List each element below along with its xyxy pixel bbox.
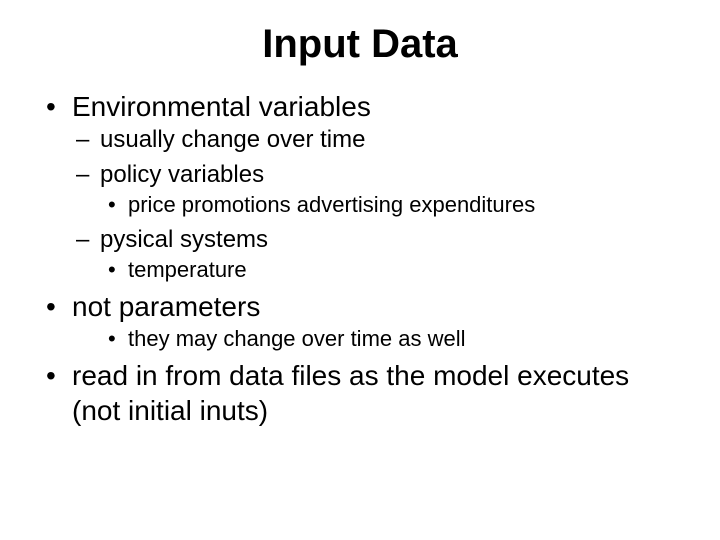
bullet-l2: pysical systems temperature bbox=[72, 224, 680, 285]
slide-title: Input Data bbox=[40, 22, 680, 67]
bullet-l3: they may change over time as well bbox=[100, 324, 680, 354]
bullet-l3: temperature bbox=[100, 255, 680, 285]
bullet-text: pysical systems bbox=[100, 226, 268, 253]
bullet-l1: read in from data files as the model exe… bbox=[40, 358, 680, 428]
bullet-text: usually change over time bbox=[100, 126, 365, 153]
bullet-sublist: usually change over time policy variable… bbox=[72, 124, 680, 285]
bullet-list: Environmental variables usually change o… bbox=[40, 89, 680, 428]
bullet-text: Environmental variables bbox=[72, 91, 371, 122]
bullet-sublist: they may change over time as well bbox=[100, 324, 680, 354]
bullet-text: read in from data files as the model exe… bbox=[72, 360, 629, 426]
bullet-text: price promotions advertising expenditure… bbox=[128, 192, 535, 217]
bullet-l2: usually change over time bbox=[72, 124, 680, 155]
bullet-text: policy variables bbox=[100, 161, 264, 188]
bullet-text: they may change over time as well bbox=[128, 326, 466, 351]
bullet-sublist: price promotions advertising expenditure… bbox=[100, 190, 680, 220]
slide: Input Data Environmental variables usual… bbox=[0, 0, 720, 540]
bullet-text: temperature bbox=[128, 257, 247, 282]
bullet-text: not parameters bbox=[72, 291, 260, 322]
bullet-l1: not parameters they may change over time… bbox=[40, 289, 680, 354]
bullet-l1: Environmental variables usually change o… bbox=[40, 89, 680, 285]
bullet-l3: price promotions advertising expenditure… bbox=[100, 190, 680, 220]
bullet-l2: policy variables price promotions advert… bbox=[72, 159, 680, 220]
bullet-sublist: temperature bbox=[100, 255, 680, 285]
